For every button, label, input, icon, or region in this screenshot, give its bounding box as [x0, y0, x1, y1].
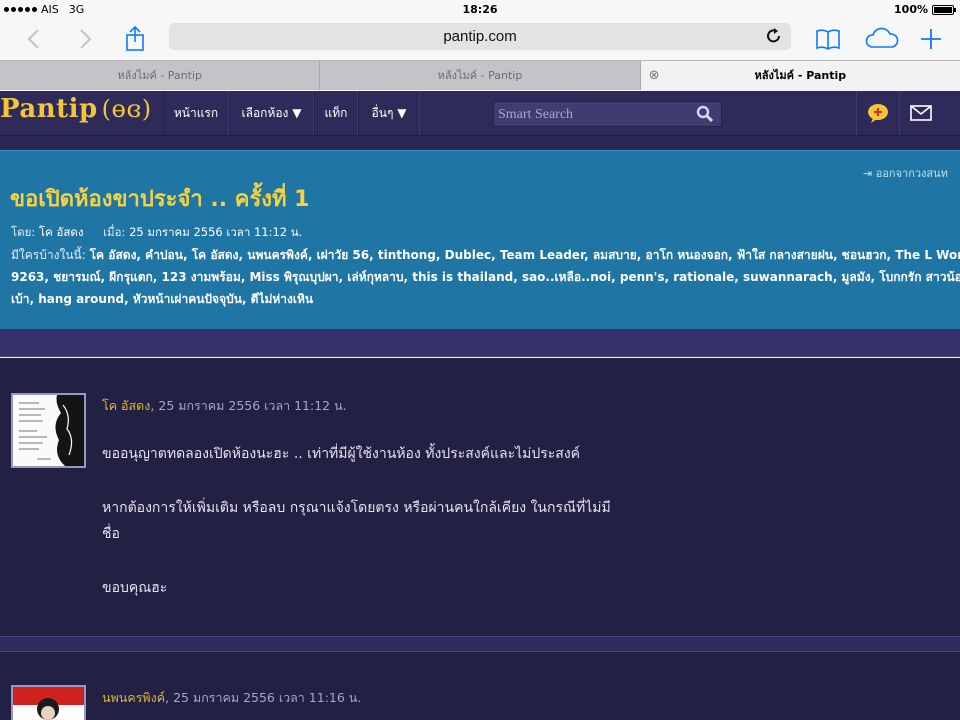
comment-username[interactable]: นพนครพิงค์: [102, 690, 165, 705]
reload-icon[interactable]: [765, 26, 783, 50]
tab-title: หลังไมค์ - Pantip: [117, 69, 202, 82]
tab-1[interactable]: หลังไมค์ - Pantip: [0, 61, 321, 90]
avatar[interactable]: [11, 393, 86, 468]
bookmarks-icon[interactable]: [813, 24, 843, 54]
status-bar: AIS 3G 18:26 100%: [0, 0, 960, 20]
members-names[interactable]: โค อัสดง, คำปอน, โค อัสดง, นพนครพิงค์, เ…: [11, 248, 960, 306]
comment-body: ขออนุญาตทดลองเปิดห้องนะฮะ .. เท่าที่มีผู…: [102, 441, 622, 601]
date-label: เมื่อ:: [103, 225, 126, 239]
comment-paragraph: หากต้องการให้เพิ่มเติม หรือลบ กรุณาแจ้งโ…: [102, 500, 611, 542]
topic-author-link[interactable]: โค อัสดง: [39, 225, 84, 239]
author-label: โดย:: [11, 225, 36, 239]
tab-3-active[interactable]: ⊗ หลังไมค์ - Pantip: [640, 61, 960, 90]
tab-title: หลังไมค์ - Pantip: [437, 69, 523, 82]
tab-bar: หลังไมค์ - Pantip หลังไมค์ - Pantip ⊗ หล…: [0, 60, 960, 90]
battery-icon: [932, 4, 956, 15]
comment-divider: [0, 636, 960, 652]
comment-timestamp: , 25 มกราคม 2556 เวลา 11:12 น.: [150, 398, 347, 413]
nav-shadow-strip: [0, 136, 960, 150]
comment-username[interactable]: โค อัสดง: [102, 398, 150, 413]
browser-toolbar: pantip.com: [0, 20, 960, 60]
nav-more[interactable]: อื่นๆ ▼: [358, 91, 420, 136]
icloud-tabs-icon[interactable]: [864, 24, 900, 54]
comment-paragraph: ขอบคุณฮะ: [102, 580, 168, 596]
search-placeholder: Smart Search: [498, 107, 574, 122]
url-text: pantip.com: [443, 28, 517, 45]
comment-paragraph: ขออนุญาตทดลองเปิดห้องนะฮะ .. เท่าที่มีผู…: [102, 446, 581, 462]
members-label: มีใครบ้างในนี้:: [11, 248, 86, 262]
comment-byline: นพนครพิงค์, 25 มกราคม 2556 เวลา 11:16 น.: [102, 688, 361, 708]
leave-room-link[interactable]: ⇥ ออกจากวงสนท: [863, 164, 948, 182]
smart-search-input[interactable]: Smart Search: [493, 101, 722, 127]
topic-meta: โดย: โค อัสดง เมื่อ: 25 มกราคม 2556 เวลา…: [11, 224, 302, 242]
battery-percent: 100%: [894, 3, 928, 16]
chat-icon[interactable]: [856, 91, 898, 136]
share-icon[interactable]: [120, 24, 150, 54]
battery-status: 100%: [894, 3, 956, 16]
nav-choose-room[interactable]: เลือกห้อง ▼: [229, 91, 314, 136]
clock: 18:26: [462, 3, 498, 16]
address-bar[interactable]: pantip.com: [169, 23, 791, 50]
leave-icon: ⇥: [863, 167, 873, 180]
logo-mark-icon: (ɵɞ): [101, 95, 152, 123]
search-icon[interactable]: [695, 103, 715, 130]
topic-date: 25 มกราคม 2556 เวลา 11:12 น.: [129, 225, 303, 239]
members-list: มีใครบ้างในนี้: โค อัสดง, คำปอน, โค อัสด…: [11, 244, 960, 310]
topic-footer-strip: [0, 329, 960, 357]
tab-title: หลังไมค์ - Pantip: [754, 69, 847, 82]
topic-header: ⇥ ออกจากวงสนท ขอเปิดห้องขาประจำ .. ครั้ง…: [0, 150, 960, 329]
leave-room-label: ออกจากวงสนท: [875, 167, 948, 180]
avatar[interactable]: [11, 685, 86, 720]
forward-icon[interactable]: [70, 24, 100, 54]
logo-text: Pantip: [0, 94, 98, 124]
comment-byline: โค อัสดง, 25 มกราคม 2556 เวลา 11:12 น.: [102, 396, 347, 416]
nav-tags[interactable]: แท็ก: [314, 91, 358, 136]
back-icon[interactable]: [19, 24, 49, 54]
new-tab-icon[interactable]: [916, 24, 946, 54]
mail-icon[interactable]: [899, 91, 941, 136]
close-tab-icon[interactable]: ⊗: [649, 61, 660, 90]
topic-title: ขอเปิดห้องขาประจำ .. ครั้งที่ 1: [10, 187, 310, 212]
comments-area: โค อัสดง, 25 มกราคม 2556 เวลา 11:12 น. ข…: [0, 358, 960, 720]
site-navbar: Pantip (ɵɞ) หน้าแรก เลือกห้อง ▼ แท็ก อื่น…: [0, 91, 960, 136]
tab-2[interactable]: หลังไมค์ - Pantip: [320, 61, 641, 90]
pantip-logo[interactable]: Pantip (ɵɞ): [0, 94, 152, 124]
comment-timestamp: , 25 มกราคม 2556 เวลา 11:16 น.: [165, 690, 362, 705]
nav-home[interactable]: หน้าแรก: [163, 91, 229, 136]
